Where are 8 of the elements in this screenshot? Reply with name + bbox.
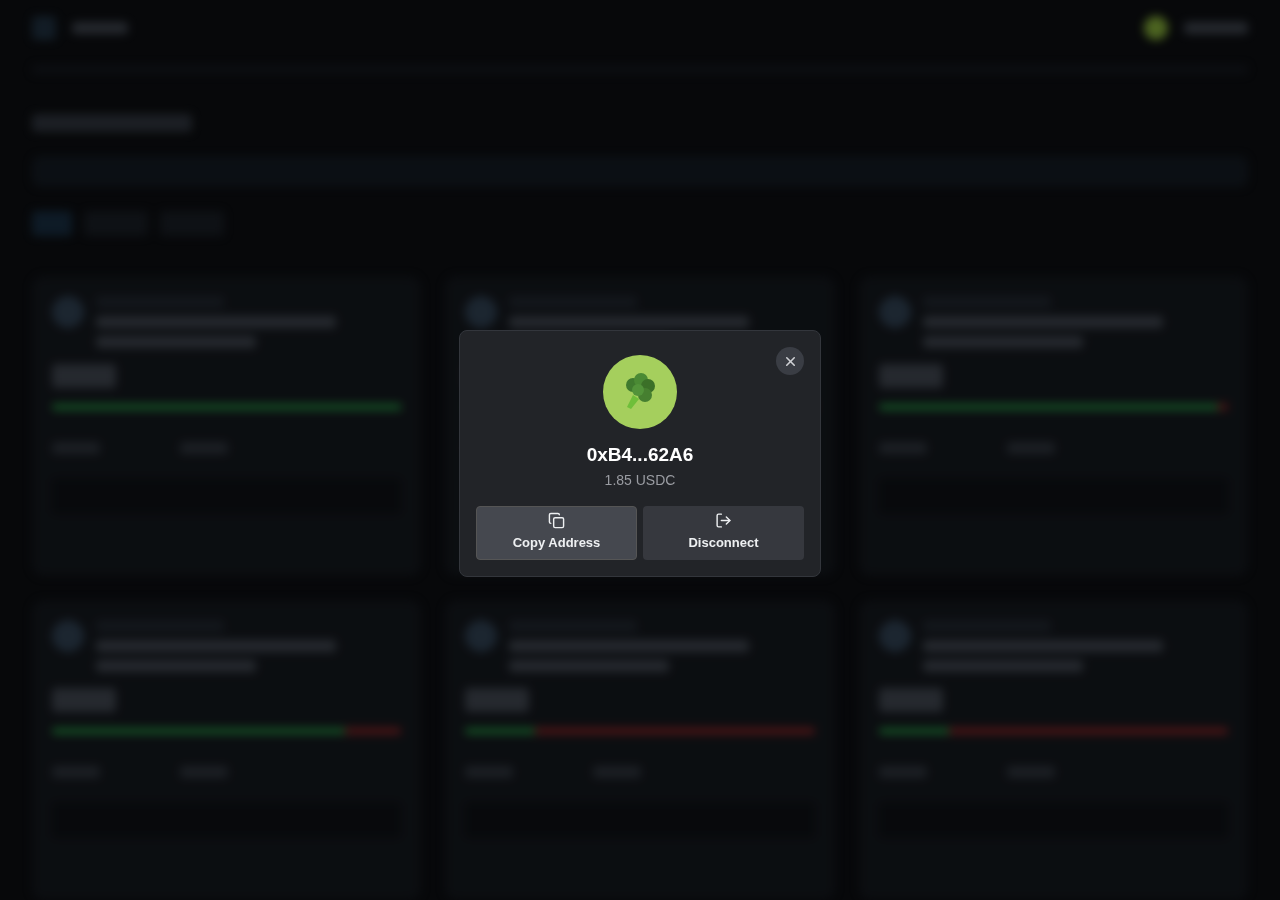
copy-address-button[interactable]: Copy Address <box>476 505 637 560</box>
close-button[interactable] <box>776 347 804 375</box>
wallet-balance: 1.85 USDC <box>604 470 676 490</box>
wallet-address: 0xB4...62A6 <box>586 443 694 467</box>
copy-icon <box>548 512 565 530</box>
exit-icon <box>715 512 732 530</box>
disconnect-button[interactable]: Disconnect <box>643 505 804 560</box>
broccoli-avatar-icon <box>603 355 677 429</box>
